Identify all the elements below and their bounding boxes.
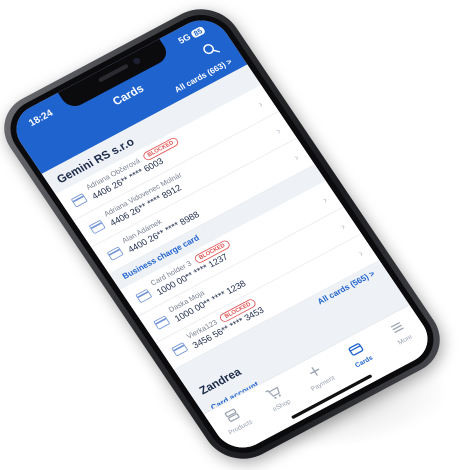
card-icon	[135, 288, 153, 304]
chevron-right-icon: ›	[356, 247, 366, 259]
chevron-right-icon: ›	[273, 125, 283, 137]
tab-label: More	[396, 333, 414, 347]
chevron-right-icon: ›	[320, 194, 330, 206]
battery-icon: 85	[189, 25, 207, 39]
card-icon	[171, 342, 189, 357]
scene: 18:24 5G 85 Cards All cards (663) > Gemi…	[0, 0, 461, 470]
front-camera	[132, 56, 142, 66]
status-indicators: 5G 85	[177, 25, 207, 46]
status-time: 18:24	[26, 107, 55, 129]
chevron-right-icon: ›	[255, 98, 265, 110]
card-icon	[70, 193, 88, 208]
network-label: 5G	[176, 32, 193, 47]
card-icon	[153, 315, 171, 330]
chevron-right-icon: ›	[291, 151, 301, 163]
card-icon	[88, 219, 106, 235]
chevron-right-icon: ›	[338, 220, 348, 232]
card-icon	[106, 246, 124, 261]
